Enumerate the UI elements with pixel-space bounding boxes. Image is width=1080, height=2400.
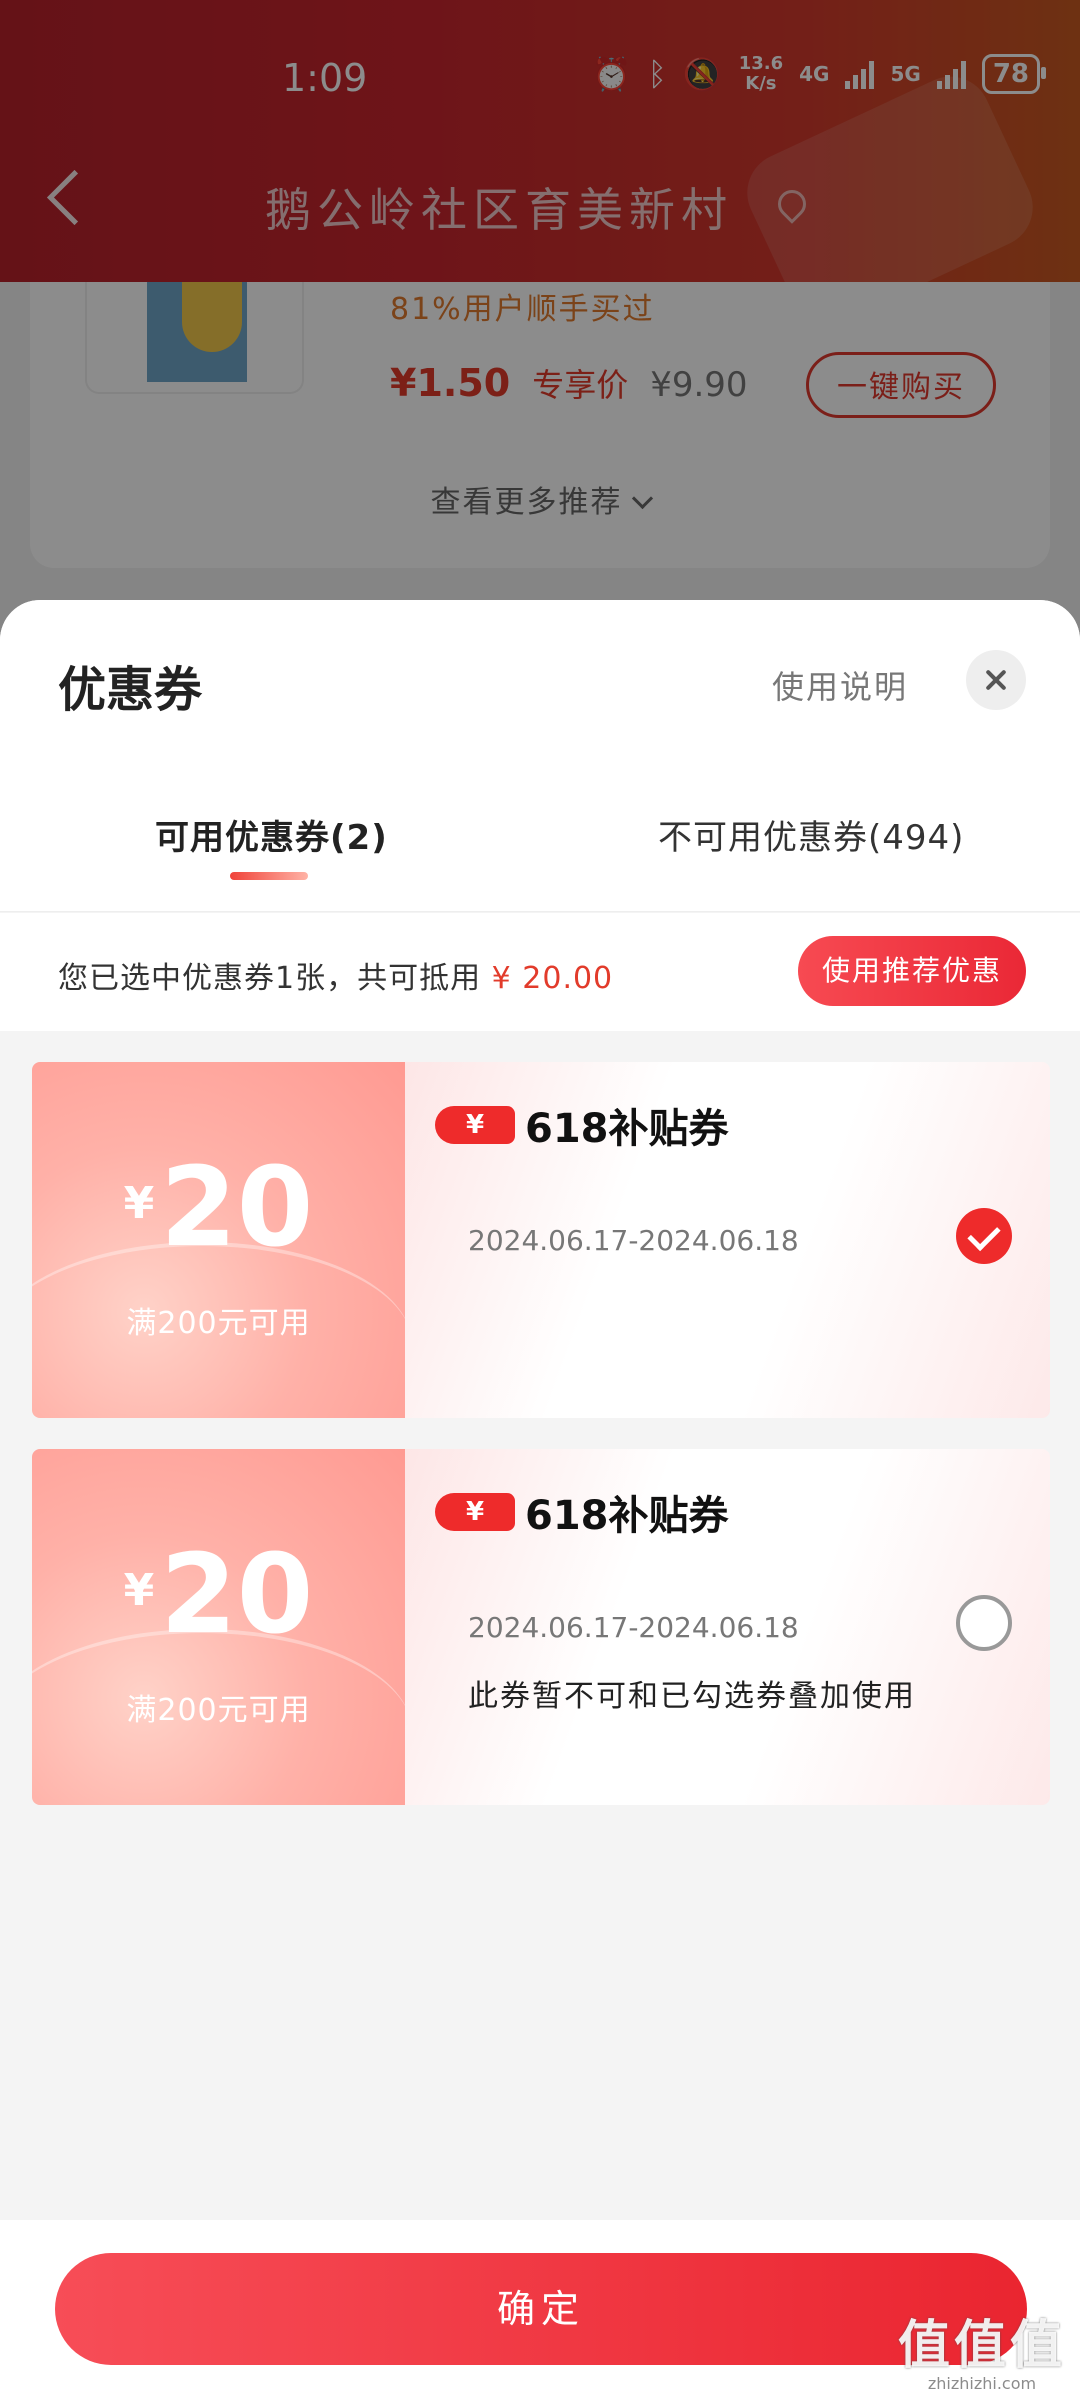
yen-symbol: ¥	[123, 1178, 155, 1229]
coupon-badge: ¥ 618补贴券	[435, 1096, 729, 1154]
tab-available[interactable]: 可用优惠券(2)	[155, 810, 388, 859]
usage-help-link[interactable]: 使用说明	[772, 662, 908, 708]
coupon-info-panel: ¥ 618补贴券 2024.06.17-2024.06.18 此券暂不可和已勾选…	[405, 1449, 1050, 1805]
coupon-value-panel: ¥20 满200元可用	[32, 1449, 412, 1805]
coupon-amount: ¥20	[32, 1539, 405, 1649]
coupon-tag-icon: ¥	[435, 1493, 515, 1531]
coupon-amount: ¥20	[32, 1152, 405, 1262]
watermark: 值值值 zhizhizhi.com	[898, 2318, 1066, 2393]
coupon-validity: 2024.06.17-2024.06.18	[468, 1224, 799, 1257]
coupon-amount-value: 20	[160, 1530, 314, 1658]
checked-icon[interactable]	[956, 1208, 1012, 1264]
summary-text: 您已选中优惠券1张，共可抵用 ¥ 20.00	[58, 953, 613, 997]
coupon-sheet: 优惠券 使用说明 可用优惠券(2) 不可用优惠券(494) 您已选中优惠券1张，…	[0, 600, 1080, 2400]
use-recommended-button[interactable]: 使用推荐优惠	[798, 936, 1026, 1006]
coupon-card[interactable]: ¥20 满200元可用 ¥ 618补贴券 2024.06.17-2024.06.…	[32, 1062, 1050, 1418]
summary-amount: ¥ 20.00	[491, 961, 614, 996]
coupon-note: 此券暂不可和已勾选券叠加使用	[468, 1679, 916, 1714]
coupon-card[interactable]: ¥20 满200元可用 ¥ 618补贴券 2024.06.17-2024.06.…	[32, 1449, 1050, 1805]
summary-prefix: 您已选中优惠券1张，共可抵用	[58, 961, 482, 996]
confirm-button[interactable]: 确定	[55, 2253, 1027, 2365]
background-page: 1:09 ⏰ ᛒ 🔕 13.6 K/s 4G 5G 78 鹅公岭社区育美新村 8…	[0, 0, 1080, 700]
sheet-header: 优惠券 使用说明 可用优惠券(2) 不可用优惠券(494)	[0, 600, 1080, 912]
tab-unavailable[interactable]: 不可用优惠券(494)	[658, 810, 964, 859]
divider	[0, 911, 1080, 912]
close-icon[interactable]	[966, 650, 1026, 710]
coupon-tag-icon: ¥	[435, 1106, 515, 1144]
coupon-amount-value: 20	[160, 1143, 314, 1271]
watermark-logo: 值值值	[897, 2316, 1066, 2376]
coupon-value-panel: ¥20 满200元可用	[32, 1062, 412, 1418]
dim-overlay[interactable]	[0, 0, 1080, 700]
watermark-domain: zhizhizhi.com	[927, 2374, 1037, 2393]
coupon-condition: 满200元可用	[126, 1306, 311, 1341]
sheet-title: 优惠券	[58, 662, 203, 718]
active-tab-indicator	[230, 872, 308, 880]
unchecked-radio-icon[interactable]	[956, 1595, 1012, 1651]
coupon-name: 618补贴券	[525, 1106, 729, 1152]
coupon-badge: ¥ 618补贴券	[435, 1483, 729, 1541]
coupon-info-panel: ¥ 618补贴券 2024.06.17-2024.06.18	[405, 1062, 1050, 1418]
yen-symbol: ¥	[123, 1565, 155, 1616]
coupon-condition: 满200元可用	[126, 1693, 311, 1728]
selection-summary: 您已选中优惠券1张，共可抵用 ¥ 20.00 使用推荐优惠	[0, 913, 1080, 1031]
coupon-name: 618补贴券	[525, 1493, 729, 1539]
coupon-validity: 2024.06.17-2024.06.18	[468, 1611, 799, 1644]
